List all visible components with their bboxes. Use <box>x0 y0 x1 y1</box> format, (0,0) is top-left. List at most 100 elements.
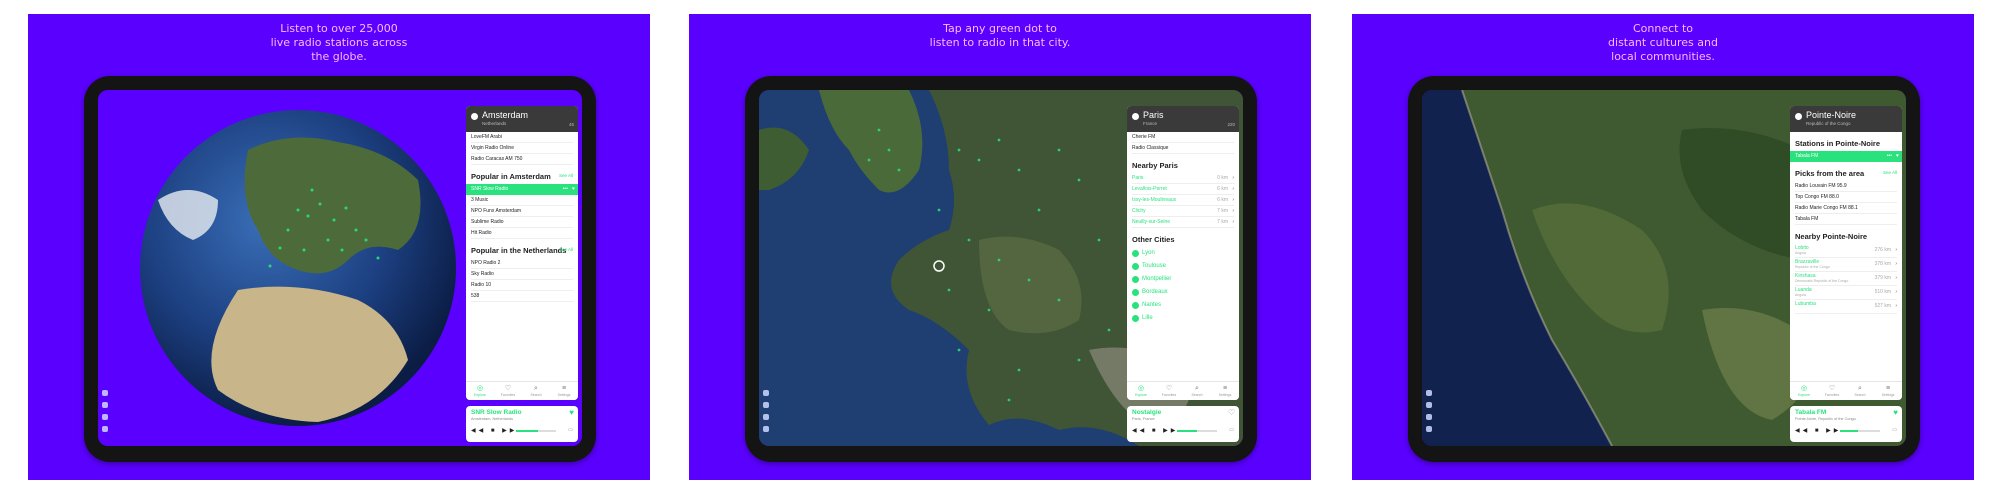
now-playing-title: SNR Slow Radio <box>471 409 522 416</box>
heart-icon[interactable]: ♥ <box>572 184 575 195</box>
tab-favorites[interactable]: ♡ Favorites <box>1818 382 1846 400</box>
sidebar-header: Amsterdam Netherlands 45 <box>466 106 578 132</box>
selected-station[interactable]: SNR Slow Radio ••• ♥ <box>466 184 578 195</box>
list-item[interactable]: NPO Funx Amsterdam <box>471 206 573 217</box>
nearby-city[interactable]: Levallois-Perret 6 km › <box>1132 184 1234 195</box>
screenshot-panel-congo: Connect to distant cultures and local co… <box>1352 14 1974 480</box>
nearby-city[interactable]: Lubumba 527 km › <box>1795 300 1897 314</box>
other-city[interactable]: Lyon <box>1132 247 1234 260</box>
list-item[interactable]: Sublime Radio <box>471 217 573 228</box>
list-item[interactable]: Tabala FM <box>1795 214 1897 225</box>
list-item[interactable]: LoveFM Arabi <box>471 132 573 143</box>
section-heading: Picks from the area See All <box>1795 168 1897 178</box>
station-count: 45 <box>568 122 574 127</box>
list-item[interactable]: 3 Music <box>471 195 573 206</box>
now-playing-bar[interactable]: Nostalgie Paris, France ♡ ◀◀ ■ ▶▶ ▭ <box>1127 406 1239 442</box>
now-playing-bar[interactable]: SNR Slow Radio Amsterdam, Netherlands ♥ … <box>466 406 578 442</box>
tab-explore[interactable]: ◎ Explore <box>1127 382 1155 400</box>
nearby-city[interactable]: Paris 0 km › <box>1132 173 1234 184</box>
screenshot-panel-france: Tap any green dot to listen to radio in … <box>689 14 1311 480</box>
airplay-icon[interactable]: ▭ <box>1229 427 1234 433</box>
airplay-icon[interactable]: ▭ <box>1892 427 1897 433</box>
see-all-link[interactable]: See All <box>1883 168 1897 177</box>
list-item[interactable]: Sky Radio <box>471 269 573 280</box>
selected-station[interactable]: Tabala FM ••• ♥ <box>1790 151 1902 162</box>
tab-search[interactable]: ⌕ Search <box>522 382 550 400</box>
volume-slider[interactable] <box>1177 430 1217 432</box>
tab-favorites[interactable]: ♡ Favorites <box>1155 382 1183 400</box>
nearby-city[interactable]: Kinshasa Democratic Republic of the Congo… <box>1795 272 1897 286</box>
app-screen: Pointe-Noire Republic of the Congo Stati… <box>1422 90 1906 446</box>
heart-icon: ♡ <box>1828 385 1836 392</box>
more-icon[interactable]: ••• <box>1887 151 1892 162</box>
map-controls[interactable] <box>1426 390 1434 432</box>
chevron-right-icon: › <box>1232 186 1234 192</box>
tab-favorites[interactable]: ♡ Favorites <box>494 382 522 400</box>
heart-icon[interactable]: ♥ <box>1896 151 1899 162</box>
volume-slider[interactable] <box>516 430 556 432</box>
tab-settings[interactable]: ≡ Settings <box>1874 382 1902 400</box>
other-city[interactable]: Montpellier <box>1132 273 1234 286</box>
heart-icon[interactable]: ♥ <box>1893 408 1898 417</box>
see-all-link[interactable]: See All <box>559 245 573 254</box>
list-item[interactable]: Top Congo FM 88.0 <box>1795 192 1897 203</box>
other-city[interactable]: Bordeaux <box>1132 286 1234 299</box>
nearby-city[interactable]: Clichy 7 km › <box>1132 206 1234 217</box>
heart-icon[interactable]: ♡ <box>1228 408 1235 417</box>
section-heading: Stations in Pointe-Noire <box>1795 139 1881 148</box>
nearby-city[interactable]: Brazzaville Republic of the Congo 378 km › <box>1795 258 1897 272</box>
now-playing-subtitle: Paris, France <box>1132 417 1155 421</box>
search-icon: ⌕ <box>1195 385 1199 392</box>
heart-icon: ♡ <box>1165 385 1173 392</box>
tab-settings[interactable]: ≡ Settings <box>1211 382 1239 400</box>
tab-explore[interactable]: ◎ Explore <box>1790 382 1818 400</box>
playback-controls[interactable]: ◀◀ ■ ▶▶ <box>1795 427 1841 434</box>
tab-settings[interactable]: ≡ Settings <box>550 382 578 400</box>
city-subtitle: France <box>1143 121 1158 126</box>
panel-caption: Listen to over 25,000 live radio station… <box>270 22 408 63</box>
list-item[interactable]: Cherie FM <box>1132 132 1234 143</box>
list-item[interactable]: Radio Classique <box>1132 143 1234 154</box>
list-item[interactable]: 538 <box>471 291 573 302</box>
list-item[interactable]: Virgin Radio Online <box>471 143 573 154</box>
playback-controls[interactable]: ◀◀ ■ ▶▶ <box>1132 427 1178 434</box>
other-city[interactable]: Nantes <box>1132 299 1234 312</box>
station-sidebar: Pointe-Noire Republic of the Congo Stati… <box>1790 106 1902 400</box>
ipad-frame: Amsterdam Netherlands 45 LoveFM Arabi Vi… <box>84 76 596 462</box>
nearby-city[interactable]: Lobito Angola 276 km › <box>1795 244 1897 258</box>
list-item[interactable]: Radio 10 <box>471 280 573 291</box>
chevron-right-icon: › <box>1232 175 1234 181</box>
compass-icon: ◎ <box>1137 385 1145 392</box>
other-city[interactable]: Lille <box>1132 312 1234 325</box>
nearby-city[interactable]: Issy-les-Moulineaux 6 km › <box>1132 195 1234 206</box>
list-item[interactable]: Radio Louvain FM 95.9 <box>1795 181 1897 192</box>
more-icon[interactable]: ••• <box>563 184 568 195</box>
tab-search[interactable]: ⌕ Search <box>1183 382 1211 400</box>
chevron-right-icon: › <box>1232 197 1234 203</box>
other-city[interactable]: Toulouse <box>1132 260 1234 273</box>
list-item[interactable]: Radio Marie Congo FM 88.1 <box>1795 203 1897 214</box>
station-sidebar: Amsterdam Netherlands 45 LoveFM Arabi Vi… <box>466 106 578 400</box>
ipad-frame: Pointe-Noire Republic of the Congo Stati… <box>1408 76 1920 462</box>
tab-explore[interactable]: ◎ Explore <box>466 382 494 400</box>
volume-slider[interactable] <box>1840 430 1880 432</box>
map-controls[interactable] <box>102 390 110 432</box>
nearby-city[interactable]: Neuilly-sur-Seine 7 km › <box>1132 217 1234 228</box>
see-all-link[interactable]: See All <box>559 171 573 180</box>
tab-search[interactable]: ⌕ Search <box>1846 382 1874 400</box>
heart-icon: ♡ <box>504 385 512 392</box>
nearby-city[interactable]: Luanda Angola 510 km › <box>1795 286 1897 300</box>
heart-icon[interactable]: ♥ <box>569 408 574 417</box>
map-controls[interactable] <box>763 390 771 432</box>
playback-controls[interactable]: ◀◀ ■ ▶▶ <box>471 427 517 434</box>
sidebar-header: Paris France 220 <box>1127 106 1239 132</box>
list-item[interactable]: NPO Radio 2 <box>471 258 573 269</box>
now-playing-bar[interactable]: Tabala FM Pointe-Noire, Republic of the … <box>1790 406 1902 442</box>
tab-bar: ◎ Explore ♡ Favorites ⌕ Search ≡ Settings <box>1127 381 1239 400</box>
city-title: Pointe-Noire <box>1806 110 1857 120</box>
airplay-icon[interactable]: ▭ <box>568 427 573 433</box>
location-pin-icon <box>1132 113 1139 120</box>
list-item[interactable]: Radio Caracas AM 750 <box>471 154 573 165</box>
city-subtitle: Netherlands <box>482 121 507 126</box>
list-item[interactable]: Hit Radio <box>471 228 573 239</box>
